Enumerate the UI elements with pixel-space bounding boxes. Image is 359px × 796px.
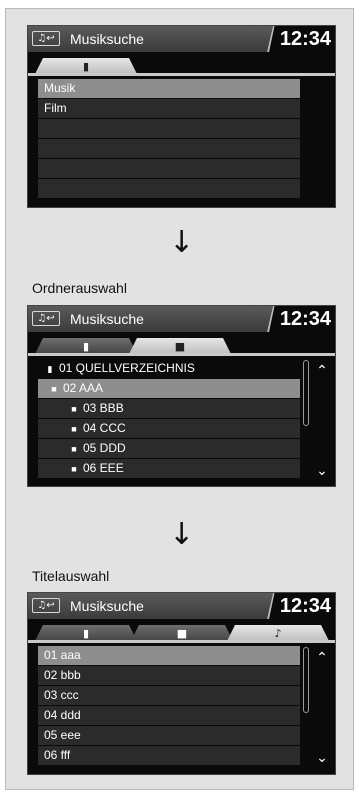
- flow-arrow-icon: ↓: [169, 517, 195, 552]
- menu-list: Musik Film: [38, 79, 300, 199]
- list-item-folder[interactable]: ■ 04 CCC: [38, 419, 300, 438]
- title-list: 01 aaa 02 bbb 03 ccc 04 ddd 05 eee 06 ff…: [38, 646, 300, 766]
- list-item-folder[interactable]: ■ 03 BBB: [38, 399, 300, 418]
- list-item-folder[interactable]: ■ 06 EEE: [38, 459, 300, 478]
- list-item-label: 02 AAA: [63, 381, 104, 395]
- tab-title-icon[interactable]: ♪: [226, 625, 330, 643]
- list-item-label: 05 DDD: [83, 441, 126, 455]
- scroll-up-icon[interactable]: ⌃: [315, 651, 329, 665]
- list-item-folder[interactable]: ■ 02 AAA: [38, 379, 300, 398]
- screen-source-select: ♫↩ Musiksuche 12:34 ▮ Musik Film: [27, 25, 336, 208]
- list-item-empty: [38, 179, 300, 198]
- tab-bar: ▮ ■ ♪: [28, 623, 335, 643]
- scroll-down-icon[interactable]: ⌄: [315, 464, 329, 478]
- clock: 12:34: [279, 308, 331, 330]
- list-item-title[interactable]: 02 bbb: [38, 666, 300, 685]
- screen-folder-select: ♫↩ Musiksuche 12:34 ▮ ■ ▮ 01 QUELLVERZEIC…: [27, 305, 336, 487]
- list-item-folder[interactable]: ■ 05 DDD: [38, 439, 300, 458]
- list-item-label: 01 QUELLVERZEICHNIS: [59, 361, 195, 375]
- list-item-empty: [38, 139, 300, 158]
- list-item-empty: [38, 119, 300, 138]
- list-item-title[interactable]: 05 eee: [38, 726, 300, 745]
- list-item-title[interactable]: 03 ccc: [38, 686, 300, 705]
- list-item-label: 03 BBB: [83, 401, 124, 415]
- tab-folder-icon[interactable]: ■: [130, 625, 234, 643]
- list-item-title[interactable]: 01 aaa: [38, 646, 300, 665]
- folder-icon: ■: [51, 384, 57, 394]
- usb-icon: ▮: [47, 364, 53, 374]
- list-item-title[interactable]: 04 ddd: [38, 706, 300, 725]
- folder-icon: ■: [71, 424, 77, 434]
- clock: 12:34: [279, 595, 331, 617]
- scroll-up-icon[interactable]: ⌃: [315, 364, 329, 378]
- list-item-title[interactable]: 06 fff: [38, 746, 300, 765]
- header-bar: ♫↩ Musiksuche 12:34: [28, 593, 335, 619]
- tab-bar: ▮: [28, 56, 335, 76]
- music-back-icon[interactable]: ♫↩: [32, 598, 60, 613]
- clock: 12:34: [279, 28, 331, 50]
- tab-usb-icon[interactable]: ▮: [34, 338, 138, 356]
- folder-list: ▮ 01 QUELLVERZEICHNIS ■ 02 AAA ■ 03 BBB ■ 04…: [38, 359, 300, 479]
- tab-folder-icon[interactable]: ■: [128, 338, 232, 356]
- music-back-icon[interactable]: ♫↩: [32, 311, 60, 326]
- screen-title: Musiksuche: [70, 311, 144, 327]
- folder-icon: ■: [71, 444, 77, 454]
- caption-folder-select: Ordnerauswahl: [32, 280, 127, 296]
- list-item-empty: [38, 159, 300, 178]
- scrollbar[interactable]: [303, 647, 309, 713]
- tab-usb-icon[interactable]: ▮: [34, 58, 138, 76]
- scrollbar[interactable]: [303, 360, 309, 426]
- screen-title-select: ♫↩ Musiksuche 12:34 ▮ ■ ♪ 01 aaa 02 bbb …: [27, 592, 336, 775]
- header-bar: ♫↩ Musiksuche 12:34: [28, 306, 335, 332]
- screen-title: Musiksuche: [70, 598, 144, 614]
- scroll-down-icon[interactable]: ⌄: [315, 751, 329, 765]
- folder-icon: ■: [71, 404, 77, 414]
- caption-title-select: Titelauswahl: [32, 568, 110, 584]
- screen-title: Musiksuche: [70, 31, 144, 47]
- tab-usb-icon[interactable]: ▮: [34, 625, 138, 643]
- list-item-root-folder[interactable]: ▮ 01 QUELLVERZEICHNIS: [38, 359, 300, 378]
- list-item-film[interactable]: Film: [38, 99, 300, 118]
- tab-bar: ▮ ■: [28, 336, 335, 356]
- list-item-label: 06 EEE: [83, 461, 124, 475]
- list-item-musik[interactable]: Musik: [38, 79, 300, 98]
- folder-icon: ■: [71, 464, 77, 474]
- list-item-label: 04 CCC: [83, 421, 126, 435]
- flow-arrow-icon: ↓: [169, 225, 195, 260]
- header-bar: ♫↩ Musiksuche 12:34: [28, 26, 335, 52]
- music-back-icon[interactable]: ♫↩: [32, 31, 60, 46]
